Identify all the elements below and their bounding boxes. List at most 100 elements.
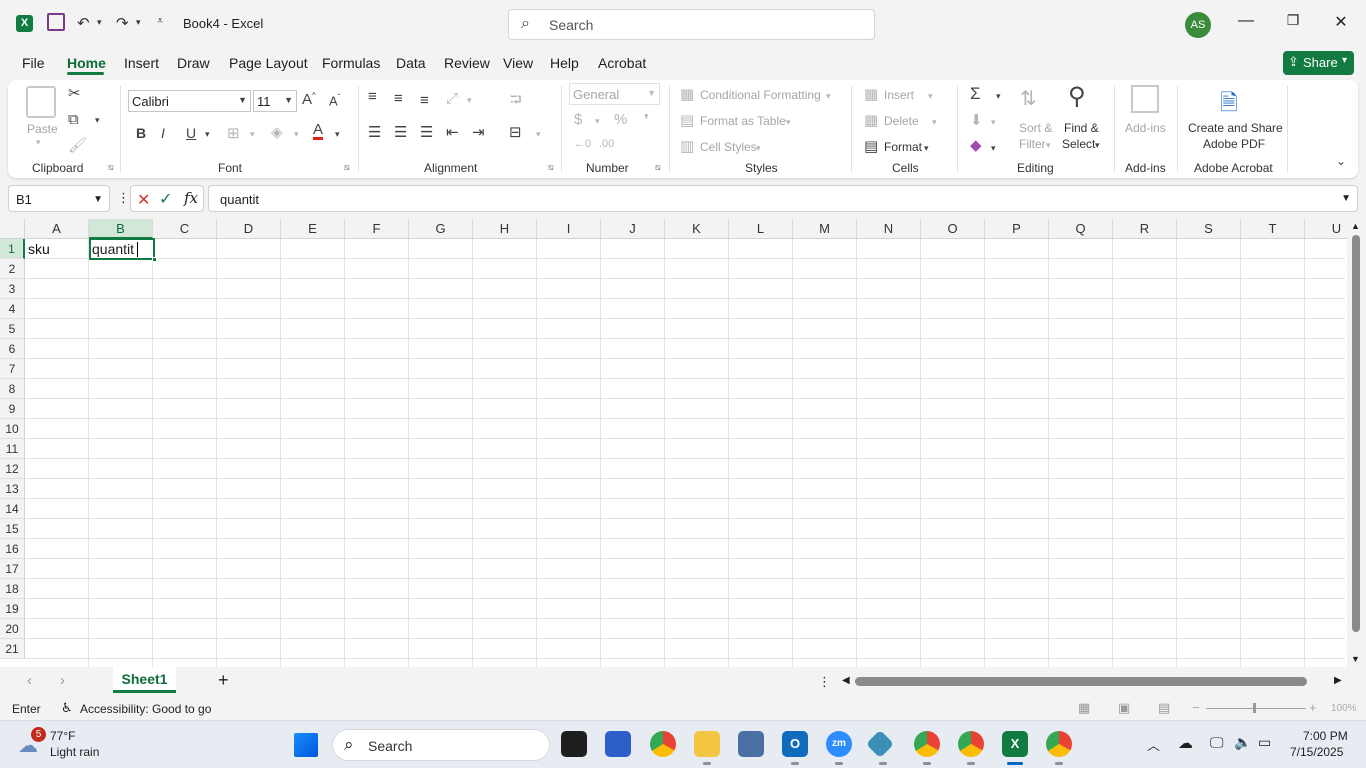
chrome-profile-icon[interactable]: [958, 731, 984, 757]
accessibility-status[interactable]: Accessibility: Good to go: [80, 702, 211, 716]
battery-icon[interactable]: ▭: [1258, 734, 1271, 751]
chevron-down-icon[interactable]: ▾: [756, 143, 761, 154]
select-all-button[interactable]: [0, 219, 25, 239]
tab-data[interactable]: Data: [396, 55, 426, 71]
tab-insert[interactable]: Insert: [124, 55, 159, 71]
decrease-font-size-icon[interactable]: Aˇ: [329, 93, 340, 108]
tab-home[interactable]: Home: [67, 55, 106, 71]
increase-indent-icon[interactable]: ⇥: [472, 123, 485, 141]
zoom-out-icon[interactable]: −: [1192, 700, 1200, 715]
column-header-d[interactable]: D: [217, 219, 281, 239]
weather-desc[interactable]: Light rain: [50, 745, 99, 759]
search-input[interactable]: ⌕ Search: [508, 9, 875, 40]
format-as-table-button[interactable]: Format as Table: [700, 114, 786, 128]
percent-icon[interactable]: %: [614, 111, 627, 128]
column-header-o[interactable]: O: [921, 219, 985, 239]
format-painter-icon[interactable]: 🖌: [68, 136, 87, 154]
row-header-5[interactable]: 5: [0, 319, 25, 339]
column-header-c[interactable]: C: [153, 219, 217, 239]
column-header-j[interactable]: J: [601, 219, 665, 239]
scroll-right-icon[interactable]: ▶: [1334, 675, 1342, 686]
number-format-select[interactable]: General ▼: [569, 83, 660, 105]
normal-view-icon[interactable]: ▦: [1078, 700, 1090, 716]
chevron-down-icon[interactable]: ▾: [1095, 140, 1100, 151]
align-right-icon[interactable]: ☰: [420, 123, 433, 141]
borders-icon[interactable]: ⊞: [227, 124, 240, 142]
formula-input[interactable]: quantit ▼: [208, 185, 1358, 212]
clock-date[interactable]: 7/15/2025: [1290, 745, 1343, 759]
row-header-18[interactable]: 18: [0, 579, 25, 599]
insert-cells-button[interactable]: Insert: [884, 88, 914, 102]
tab-page-layout[interactable]: Page Layout: [229, 55, 308, 71]
chrome-profile-icon[interactable]: [914, 731, 940, 757]
save-icon[interactable]: [47, 13, 65, 31]
row-header-21[interactable]: 21: [0, 639, 25, 659]
paste-icon[interactable]: [26, 86, 56, 118]
row-header-17[interactable]: 17: [0, 559, 25, 579]
autosum-dropdown-icon[interactable]: ▾: [996, 91, 1001, 102]
tab-view[interactable]: View: [503, 55, 533, 71]
find-select-button[interactable]: Find &: [1064, 121, 1099, 135]
name-box[interactable]: B1 ▼: [8, 185, 110, 212]
zoom-slider[interactable]: [1206, 708, 1306, 709]
decrease-decimal-icon[interactable]: .00: [599, 138, 614, 150]
scroll-down-icon[interactable]: ▼: [1351, 654, 1360, 664]
bold-button[interactable]: B: [136, 125, 146, 141]
row-header-6[interactable]: 6: [0, 339, 25, 359]
undo-icon[interactable]: ↶: [77, 14, 90, 32]
zoom-level[interactable]: 100%: [1331, 703, 1357, 714]
next-sheet-icon[interactable]: ›: [60, 672, 65, 689]
row-header-1[interactable]: 1: [0, 239, 25, 259]
delete-cells-button[interactable]: Delete: [884, 114, 919, 128]
insert-function-icon[interactable]: fx: [184, 189, 198, 207]
onedrive-icon[interactable]: ☁: [1178, 734, 1193, 752]
fill-handle[interactable]: [152, 257, 157, 262]
chrome-icon[interactable]: [650, 731, 676, 757]
bottom-align-icon[interactable]: ≡: [420, 92, 429, 109]
customize-qat-icon[interactable]: ⩡: [157, 15, 163, 28]
format-cells-button[interactable]: Format: [884, 140, 922, 154]
fill-icon[interactable]: ⬇: [970, 111, 983, 129]
weather-temp[interactable]: 77°F: [50, 729, 75, 743]
vertical-scroll-thumb[interactable]: [1352, 235, 1360, 632]
clear-dropdown-icon[interactable]: ▾: [991, 143, 996, 154]
chevron-down-icon[interactable]: ▾: [924, 143, 929, 154]
row-header-13[interactable]: 13: [0, 479, 25, 499]
more-options-icon[interactable]: ⋮: [117, 190, 130, 206]
column-header-g[interactable]: G: [409, 219, 473, 239]
cell-styles-icon[interactable]: ▥: [680, 137, 694, 155]
add-ins-icon[interactable]: [1131, 85, 1159, 113]
conditional-formatting-icon[interactable]: ▦: [680, 85, 694, 103]
alignment-launcher-icon[interactable]: ⧅: [548, 162, 554, 173]
increase-font-size-icon[interactable]: A^: [302, 91, 316, 108]
column-header-r[interactable]: R: [1113, 219, 1177, 239]
borders-dropdown-icon[interactable]: ▾: [250, 129, 255, 140]
volume-icon[interactable]: 🔈: [1234, 734, 1251, 751]
store-icon[interactable]: [605, 731, 631, 757]
row-header-3[interactable]: 3: [0, 279, 25, 299]
column-header-f[interactable]: F: [345, 219, 409, 239]
chevron-down-icon[interactable]: ▾: [1046, 140, 1051, 151]
merge-dropdown-icon[interactable]: ▾: [536, 129, 541, 140]
font-color-icon[interactable]: A: [313, 122, 324, 140]
font-launcher-icon[interactable]: ⧅: [344, 162, 350, 173]
accessibility-icon[interactable]: ♿: [61, 700, 73, 716]
tab-file[interactable]: File: [22, 55, 45, 71]
align-center-icon[interactable]: ☰: [394, 123, 407, 141]
tab-draw[interactable]: Draw: [177, 55, 210, 71]
minimize-icon[interactable]: —: [1236, 12, 1256, 32]
paste-dropdown-icon[interactable]: ▾: [36, 137, 41, 148]
windows-start-icon[interactable]: [294, 733, 318, 757]
excel-icon[interactable]: X: [1002, 731, 1028, 757]
tab-help[interactable]: Help: [550, 55, 579, 71]
font-color-dropdown-icon[interactable]: ▾: [335, 129, 340, 140]
underline-button[interactable]: U: [186, 125, 196, 141]
avatar[interactable]: AS: [1185, 12, 1211, 38]
calculator-icon[interactable]: [738, 731, 764, 757]
conditional-formatting-button[interactable]: Conditional Formatting: [700, 88, 821, 102]
chevron-down-icon[interactable]: ▾: [826, 91, 831, 102]
taskbar-search[interactable]: ⌕ Search: [332, 729, 550, 761]
clear-icon[interactable]: ◆: [970, 136, 982, 154]
autosum-icon[interactable]: Σ: [970, 84, 981, 104]
font-size-select[interactable]: 11 ▼: [253, 90, 297, 112]
